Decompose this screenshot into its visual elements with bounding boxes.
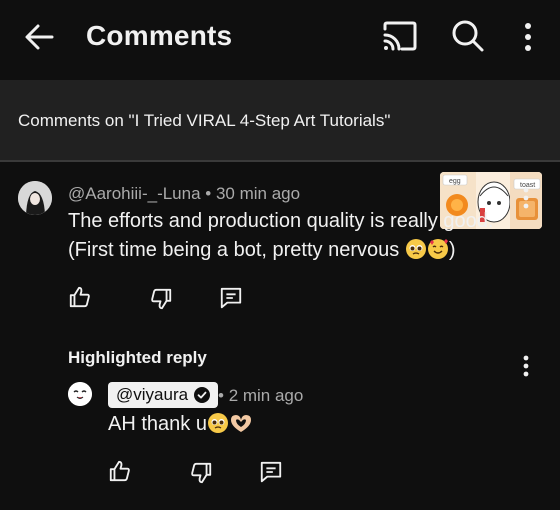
cast-icon[interactable]: [382, 20, 418, 52]
search-icon[interactable]: [451, 19, 485, 53]
comment-line-2-end: ): [448, 239, 456, 261]
avatar-image: [18, 181, 52, 215]
reply-reply-icon[interactable]: [259, 460, 283, 484]
reply-dislike-icon[interactable]: [189, 461, 213, 485]
meta-separator: •: [218, 386, 229, 405]
reply-more-icon[interactable]: [521, 355, 531, 377]
comment-meta: @Aarohiii-_-Luna • 30 min ago: [68, 184, 300, 204]
dislike-icon[interactable]: [149, 287, 173, 311]
pleading-face-emoji: [207, 413, 228, 433]
divider: [0, 160, 560, 162]
verified-icon: [194, 387, 211, 403]
reply-avatar[interactable]: [68, 382, 92, 406]
app-bar: Comments: [0, 0, 560, 80]
pleading-face-emoji: [405, 239, 426, 259]
comment-time: 30 min ago: [215, 184, 301, 203]
reply-text-content: AH thank u: [108, 413, 207, 435]
highlighted-reply-label: Highlighted reply: [68, 348, 207, 367]
reply-author-chip[interactable]: @viyaura: [108, 382, 219, 408]
more-vert-icon[interactable]: [516, 20, 540, 54]
comments-on-label: Comments on "I Tried VIRAL 4-Step Art Tu…: [18, 111, 391, 130]
heart-hands-emoji: [230, 415, 251, 432]
comment-author[interactable]: @Aarohiii-_-Luna: [68, 184, 201, 203]
comment-more-icon[interactable]: [521, 187, 531, 209]
page-title: Comments: [86, 20, 233, 51]
avatar[interactable]: [18, 181, 52, 215]
comment-text: The efforts and production quality is re…: [68, 207, 493, 265]
back-arrow-icon[interactable]: [22, 20, 56, 54]
meta-separator: •: [205, 184, 216, 203]
like-icon[interactable]: [68, 285, 92, 309]
reply-like-icon[interactable]: [108, 459, 132, 483]
comment-line-1: The efforts and production quality is re…: [68, 210, 494, 232]
video-info-bar[interactable]: Comments on "I Tried VIRAL 4-Step Art Tu…: [0, 80, 560, 229]
reply-text: AH thank u: [108, 410, 253, 439]
reply-avatar-image: [68, 382, 92, 406]
thumb-label-egg: egg: [449, 178, 461, 185]
reply-author: @viyaura: [116, 385, 189, 404]
reply-time: 2 min ago: [228, 386, 304, 405]
smiling-face-with-hearts-emoji: [427, 239, 448, 259]
reply-icon[interactable]: [219, 286, 243, 310]
comment-line-2: (First time being a bot, pretty nervous …: [68, 236, 493, 265]
reply-meta: • 2 min ago: [218, 386, 303, 406]
comment-line-2-text: (First time being a bot, pretty nervous: [68, 239, 400, 261]
